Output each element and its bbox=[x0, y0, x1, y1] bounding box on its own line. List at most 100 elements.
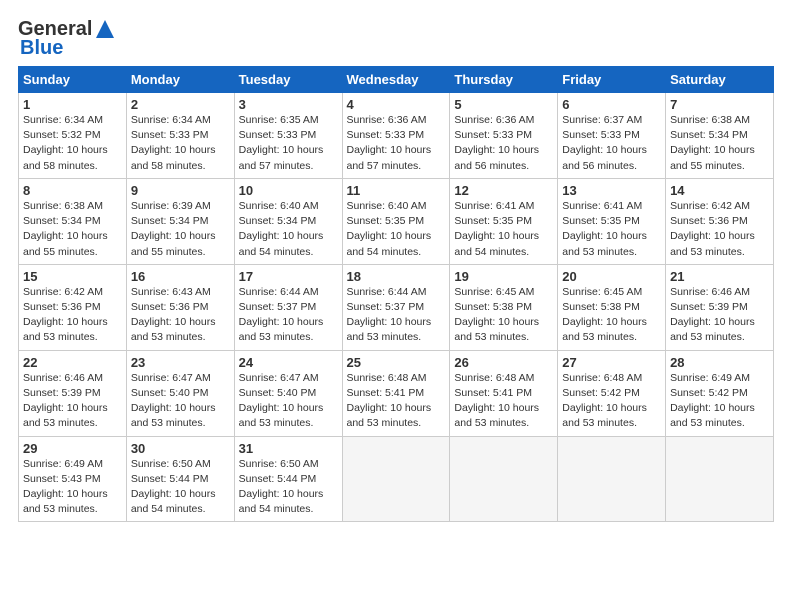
day-info: Sunrise: 6:36 AMSunset: 5:33 PMDaylight:… bbox=[347, 114, 432, 172]
day-number: 27 bbox=[562, 355, 661, 370]
day-number: 14 bbox=[670, 183, 769, 198]
calendar-cell: 14 Sunrise: 6:42 AMSunset: 5:36 PMDaylig… bbox=[666, 178, 774, 264]
calendar-cell: 2 Sunrise: 6:34 AMSunset: 5:33 PMDayligh… bbox=[126, 93, 234, 179]
day-number: 10 bbox=[239, 183, 338, 198]
calendar-cell: 9 Sunrise: 6:39 AMSunset: 5:34 PMDayligh… bbox=[126, 178, 234, 264]
day-number: 29 bbox=[23, 441, 122, 456]
calendar-cell: 13 Sunrise: 6:41 AMSunset: 5:35 PMDaylig… bbox=[558, 178, 666, 264]
calendar-week-row: 29 Sunrise: 6:49 AMSunset: 5:43 PMDaylig… bbox=[19, 436, 774, 522]
day-info: Sunrise: 6:44 AMSunset: 5:37 PMDaylight:… bbox=[239, 286, 324, 344]
day-info: Sunrise: 6:38 AMSunset: 5:34 PMDaylight:… bbox=[670, 114, 755, 172]
calendar-cell: 15 Sunrise: 6:42 AMSunset: 5:36 PMDaylig… bbox=[19, 264, 127, 350]
calendar-cell: 24 Sunrise: 6:47 AMSunset: 5:40 PMDaylig… bbox=[234, 350, 342, 436]
calendar-cell: 28 Sunrise: 6:49 AMSunset: 5:42 PMDaylig… bbox=[666, 350, 774, 436]
calendar-cell bbox=[666, 436, 774, 522]
logo-blue: Blue bbox=[20, 37, 63, 60]
calendar-cell: 27 Sunrise: 6:48 AMSunset: 5:42 PMDaylig… bbox=[558, 350, 666, 436]
calendar-cell: 6 Sunrise: 6:37 AMSunset: 5:33 PMDayligh… bbox=[558, 93, 666, 179]
day-number: 25 bbox=[347, 355, 446, 370]
day-info: Sunrise: 6:34 AMSunset: 5:33 PMDaylight:… bbox=[131, 114, 216, 172]
day-info: Sunrise: 6:42 AMSunset: 5:36 PMDaylight:… bbox=[670, 200, 755, 258]
calendar-cell: 11 Sunrise: 6:40 AMSunset: 5:35 PMDaylig… bbox=[342, 178, 450, 264]
day-info: Sunrise: 6:46 AMSunset: 5:39 PMDaylight:… bbox=[23, 372, 108, 430]
calendar-cell: 25 Sunrise: 6:48 AMSunset: 5:41 PMDaylig… bbox=[342, 350, 450, 436]
day-info: Sunrise: 6:50 AMSunset: 5:44 PMDaylight:… bbox=[131, 458, 216, 516]
day-number: 26 bbox=[454, 355, 553, 370]
day-number: 4 bbox=[347, 97, 446, 112]
day-number: 2 bbox=[131, 97, 230, 112]
day-number: 9 bbox=[131, 183, 230, 198]
calendar-cell: 5 Sunrise: 6:36 AMSunset: 5:33 PMDayligh… bbox=[450, 93, 558, 179]
day-info: Sunrise: 6:47 AMSunset: 5:40 PMDaylight:… bbox=[131, 372, 216, 430]
day-number: 8 bbox=[23, 183, 122, 198]
day-number: 23 bbox=[131, 355, 230, 370]
calendar-week-row: 15 Sunrise: 6:42 AMSunset: 5:36 PMDaylig… bbox=[19, 264, 774, 350]
day-info: Sunrise: 6:38 AMSunset: 5:34 PMDaylight:… bbox=[23, 200, 108, 258]
weekday-header: Thursday bbox=[450, 67, 558, 93]
weekday-header: Friday bbox=[558, 67, 666, 93]
calendar-cell: 19 Sunrise: 6:45 AMSunset: 5:38 PMDaylig… bbox=[450, 264, 558, 350]
calendar-cell: 30 Sunrise: 6:50 AMSunset: 5:44 PMDaylig… bbox=[126, 436, 234, 522]
calendar-cell: 22 Sunrise: 6:46 AMSunset: 5:39 PMDaylig… bbox=[19, 350, 127, 436]
calendar-cell: 12 Sunrise: 6:41 AMSunset: 5:35 PMDaylig… bbox=[450, 178, 558, 264]
weekday-header: Saturday bbox=[666, 67, 774, 93]
day-number: 16 bbox=[131, 269, 230, 284]
day-info: Sunrise: 6:35 AMSunset: 5:33 PMDaylight:… bbox=[239, 114, 324, 172]
day-info: Sunrise: 6:45 AMSunset: 5:38 PMDaylight:… bbox=[562, 286, 647, 344]
header: General Blue bbox=[18, 18, 774, 60]
day-info: Sunrise: 6:49 AMSunset: 5:42 PMDaylight:… bbox=[670, 372, 755, 430]
day-number: 17 bbox=[239, 269, 338, 284]
day-info: Sunrise: 6:41 AMSunset: 5:35 PMDaylight:… bbox=[562, 200, 647, 258]
day-number: 15 bbox=[23, 269, 122, 284]
calendar-cell: 18 Sunrise: 6:44 AMSunset: 5:37 PMDaylig… bbox=[342, 264, 450, 350]
day-number: 30 bbox=[131, 441, 230, 456]
weekday-header: Wednesday bbox=[342, 67, 450, 93]
day-number: 6 bbox=[562, 97, 661, 112]
calendar-cell: 16 Sunrise: 6:43 AMSunset: 5:36 PMDaylig… bbox=[126, 264, 234, 350]
calendar-cell: 31 Sunrise: 6:50 AMSunset: 5:44 PMDaylig… bbox=[234, 436, 342, 522]
calendar-cell bbox=[558, 436, 666, 522]
day-info: Sunrise: 6:42 AMSunset: 5:36 PMDaylight:… bbox=[23, 286, 108, 344]
calendar-cell: 4 Sunrise: 6:36 AMSunset: 5:33 PMDayligh… bbox=[342, 93, 450, 179]
weekday-header: Monday bbox=[126, 67, 234, 93]
calendar-cell: 7 Sunrise: 6:38 AMSunset: 5:34 PMDayligh… bbox=[666, 93, 774, 179]
logo: General Blue bbox=[18, 18, 116, 60]
day-number: 3 bbox=[239, 97, 338, 112]
day-info: Sunrise: 6:46 AMSunset: 5:39 PMDaylight:… bbox=[670, 286, 755, 344]
day-info: Sunrise: 6:36 AMSunset: 5:33 PMDaylight:… bbox=[454, 114, 539, 172]
calendar-cell: 21 Sunrise: 6:46 AMSunset: 5:39 PMDaylig… bbox=[666, 264, 774, 350]
logo-icon bbox=[94, 18, 116, 40]
day-info: Sunrise: 6:50 AMSunset: 5:44 PMDaylight:… bbox=[239, 458, 324, 516]
day-number: 28 bbox=[670, 355, 769, 370]
day-number: 20 bbox=[562, 269, 661, 284]
weekday-header: Sunday bbox=[19, 67, 127, 93]
day-number: 19 bbox=[454, 269, 553, 284]
day-number: 7 bbox=[670, 97, 769, 112]
page: General Blue SundayMondayTuesdayWednesda… bbox=[0, 0, 792, 612]
day-number: 24 bbox=[239, 355, 338, 370]
day-info: Sunrise: 6:40 AMSunset: 5:35 PMDaylight:… bbox=[347, 200, 432, 258]
calendar-cell: 10 Sunrise: 6:40 AMSunset: 5:34 PMDaylig… bbox=[234, 178, 342, 264]
day-number: 22 bbox=[23, 355, 122, 370]
day-info: Sunrise: 6:40 AMSunset: 5:34 PMDaylight:… bbox=[239, 200, 324, 258]
day-info: Sunrise: 6:48 AMSunset: 5:42 PMDaylight:… bbox=[562, 372, 647, 430]
day-info: Sunrise: 6:34 AMSunset: 5:32 PMDaylight:… bbox=[23, 114, 108, 172]
day-number: 12 bbox=[454, 183, 553, 198]
calendar-cell: 8 Sunrise: 6:38 AMSunset: 5:34 PMDayligh… bbox=[19, 178, 127, 264]
day-number: 11 bbox=[347, 183, 446, 198]
day-info: Sunrise: 6:48 AMSunset: 5:41 PMDaylight:… bbox=[347, 372, 432, 430]
calendar-cell: 1 Sunrise: 6:34 AMSunset: 5:32 PMDayligh… bbox=[19, 93, 127, 179]
calendar-cell: 29 Sunrise: 6:49 AMSunset: 5:43 PMDaylig… bbox=[19, 436, 127, 522]
calendar-cell bbox=[342, 436, 450, 522]
day-info: Sunrise: 6:37 AMSunset: 5:33 PMDaylight:… bbox=[562, 114, 647, 172]
calendar-cell: 17 Sunrise: 6:44 AMSunset: 5:37 PMDaylig… bbox=[234, 264, 342, 350]
day-number: 1 bbox=[23, 97, 122, 112]
calendar-cell bbox=[450, 436, 558, 522]
day-info: Sunrise: 6:48 AMSunset: 5:41 PMDaylight:… bbox=[454, 372, 539, 430]
day-info: Sunrise: 6:39 AMSunset: 5:34 PMDaylight:… bbox=[131, 200, 216, 258]
calendar-cell: 20 Sunrise: 6:45 AMSunset: 5:38 PMDaylig… bbox=[558, 264, 666, 350]
day-number: 21 bbox=[670, 269, 769, 284]
weekday-header: Tuesday bbox=[234, 67, 342, 93]
calendar-week-row: 22 Sunrise: 6:46 AMSunset: 5:39 PMDaylig… bbox=[19, 350, 774, 436]
day-number: 18 bbox=[347, 269, 446, 284]
